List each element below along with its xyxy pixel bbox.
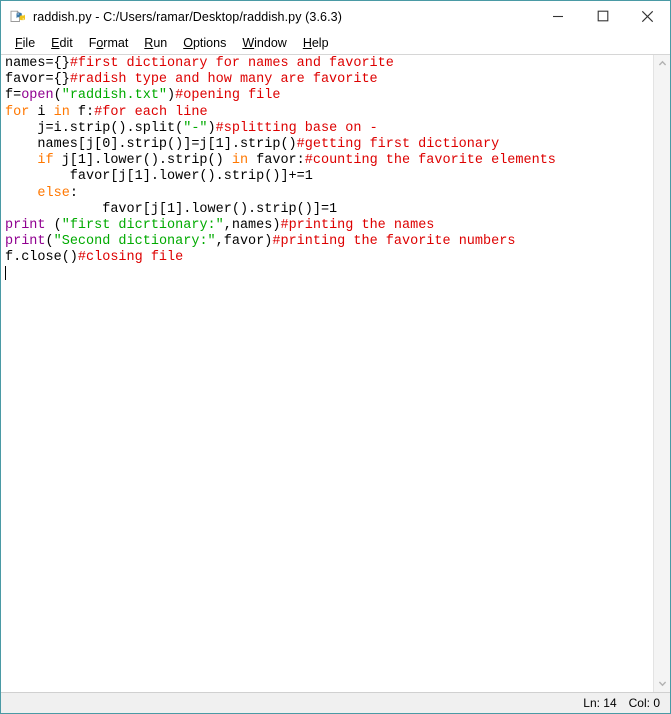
menu-item-file[interactable]: File bbox=[7, 35, 43, 52]
token-plain: ,favor) bbox=[215, 234, 273, 250]
token-string: "raddish.txt" bbox=[61, 88, 168, 104]
menu-item-run[interactable]: Run bbox=[136, 35, 175, 52]
token-comment: #closing file bbox=[77, 250, 184, 266]
menu-bar: File Edit Format Run Options Window Help bbox=[1, 32, 670, 55]
code-line: if j[1].lower().strip() in favor:#counti… bbox=[5, 153, 653, 169]
python-idle-icon bbox=[9, 8, 26, 25]
token-plain: f.close() bbox=[5, 250, 78, 266]
code-line bbox=[5, 266, 653, 282]
token-keyword: in bbox=[231, 153, 249, 169]
token-comment: #printing the names bbox=[280, 217, 435, 233]
token-plain: ( bbox=[45, 217, 62, 233]
close-button[interactable] bbox=[625, 1, 670, 31]
scroll-up-button[interactable] bbox=[654, 55, 671, 72]
token-plain: f= bbox=[5, 88, 22, 104]
token-comment: #opening file bbox=[175, 88, 281, 104]
token-comment: #counting the favorite elements bbox=[304, 153, 556, 169]
token-plain: favor: bbox=[248, 153, 305, 169]
maximize-button[interactable] bbox=[580, 1, 625, 31]
token-comment: #printing the favorite numbers bbox=[272, 234, 516, 250]
code-text-area[interactable]: names={}#first dictionary for names and … bbox=[1, 55, 653, 692]
code-line: favor[j[1].lower().strip()]=1 bbox=[5, 202, 653, 218]
token-plain: : bbox=[69, 185, 78, 201]
code-line: for i in f:#for each line bbox=[5, 105, 653, 121]
token-comment: #getting first dictionary bbox=[296, 136, 500, 152]
status-column-number: Col: 0 bbox=[628, 696, 660, 710]
text-cursor bbox=[5, 266, 6, 281]
menu-item-format[interactable]: Format bbox=[81, 35, 137, 52]
token-plain: ,names) bbox=[223, 217, 281, 233]
token-plain: j=i.strip().split( bbox=[5, 120, 184, 136]
token-string: "-" bbox=[183, 120, 208, 136]
code-line: j=i.strip().split("-")#splitting base on… bbox=[5, 121, 653, 137]
menu-item-edit[interactable]: Edit bbox=[43, 35, 81, 52]
minimize-button[interactable] bbox=[535, 1, 580, 31]
token-comment: #splitting base on - bbox=[215, 120, 378, 136]
token-keyword: for bbox=[5, 104, 30, 120]
token-keyword: else bbox=[37, 185, 70, 201]
token-string: "Second dictionary:" bbox=[53, 234, 216, 250]
window-title: raddish.py - C:/Users/ramar/Desktop/radd… bbox=[33, 9, 342, 24]
token-plain: names={} bbox=[5, 56, 70, 71]
token-builtin: print bbox=[5, 217, 46, 233]
idle-editor-window: raddish.py - C:/Users/ramar/Desktop/radd… bbox=[0, 0, 671, 714]
status-line-number: Ln: 14 bbox=[583, 696, 617, 710]
token-plain: ( bbox=[45, 234, 54, 250]
token-comment: #first dictionary for names and favorite bbox=[69, 56, 394, 71]
code-line: favor={}#radish type and how many are fa… bbox=[5, 72, 653, 88]
code-line: print ("first dicrtionary:",names)#print… bbox=[5, 218, 653, 234]
scrollbar-track[interactable] bbox=[654, 72, 670, 675]
code-line: favor[j[1].lower().strip()]+=1 bbox=[5, 169, 653, 185]
token-plain: ) bbox=[167, 88, 176, 104]
token-plain: favor[j[1].lower().strip()]+=1 bbox=[5, 169, 313, 185]
maximize-icon bbox=[597, 10, 608, 22]
code-line: names={}#first dictionary for names and … bbox=[5, 56, 653, 72]
code-line: else: bbox=[5, 186, 653, 202]
token-plain: f: bbox=[69, 104, 95, 120]
token-keyword: if bbox=[37, 153, 54, 169]
close-icon bbox=[641, 10, 654, 22]
token-builtin: print bbox=[5, 234, 46, 250]
editor-area: names={}#first dictionary for names and … bbox=[1, 55, 670, 692]
menu-item-window[interactable]: Window bbox=[234, 35, 294, 52]
scroll-down-button[interactable] bbox=[654, 675, 671, 692]
token-comment: #radish type and how many are favorite bbox=[69, 72, 378, 88]
token-keyword: in bbox=[53, 104, 70, 120]
menu-item-options[interactable]: Options bbox=[175, 35, 234, 52]
token-string: "first dicrtionary:" bbox=[61, 217, 224, 233]
code-line: names[j[0].strip()]=j[1].strip()#getting… bbox=[5, 137, 653, 153]
token-plain: ( bbox=[53, 88, 62, 104]
token-plain: ) bbox=[207, 120, 216, 136]
token-plain: names[j[0].strip()]=j[1].strip() bbox=[5, 136, 297, 152]
token-plain: favor={} bbox=[5, 72, 70, 88]
code-line: print("Second dictionary:",favor)#printi… bbox=[5, 234, 653, 250]
token-comment: #for each line bbox=[94, 104, 208, 120]
minimize-icon bbox=[552, 15, 563, 18]
token-plain: favor[j[1].lower().strip()]=1 bbox=[5, 201, 338, 217]
token-builtin: open bbox=[21, 88, 54, 104]
code-line: f=open("raddish.txt")#opening file bbox=[5, 88, 653, 104]
chevron-down-icon bbox=[658, 681, 666, 687]
chevron-up-icon bbox=[658, 60, 666, 66]
source-code[interactable]: names={}#first dictionary for names and … bbox=[5, 56, 653, 283]
token-plain: j[1].lower().strip() bbox=[53, 153, 232, 169]
token-plain: i bbox=[29, 104, 54, 120]
menu-item-help[interactable]: Help bbox=[295, 35, 337, 52]
title-bar[interactable]: raddish.py - C:/Users/ramar/Desktop/radd… bbox=[1, 1, 670, 32]
code-line: f.close()#closing file bbox=[5, 250, 653, 266]
vertical-scrollbar[interactable] bbox=[653, 55, 670, 692]
status-bar: Ln: 14 Col: 0 bbox=[1, 692, 670, 713]
